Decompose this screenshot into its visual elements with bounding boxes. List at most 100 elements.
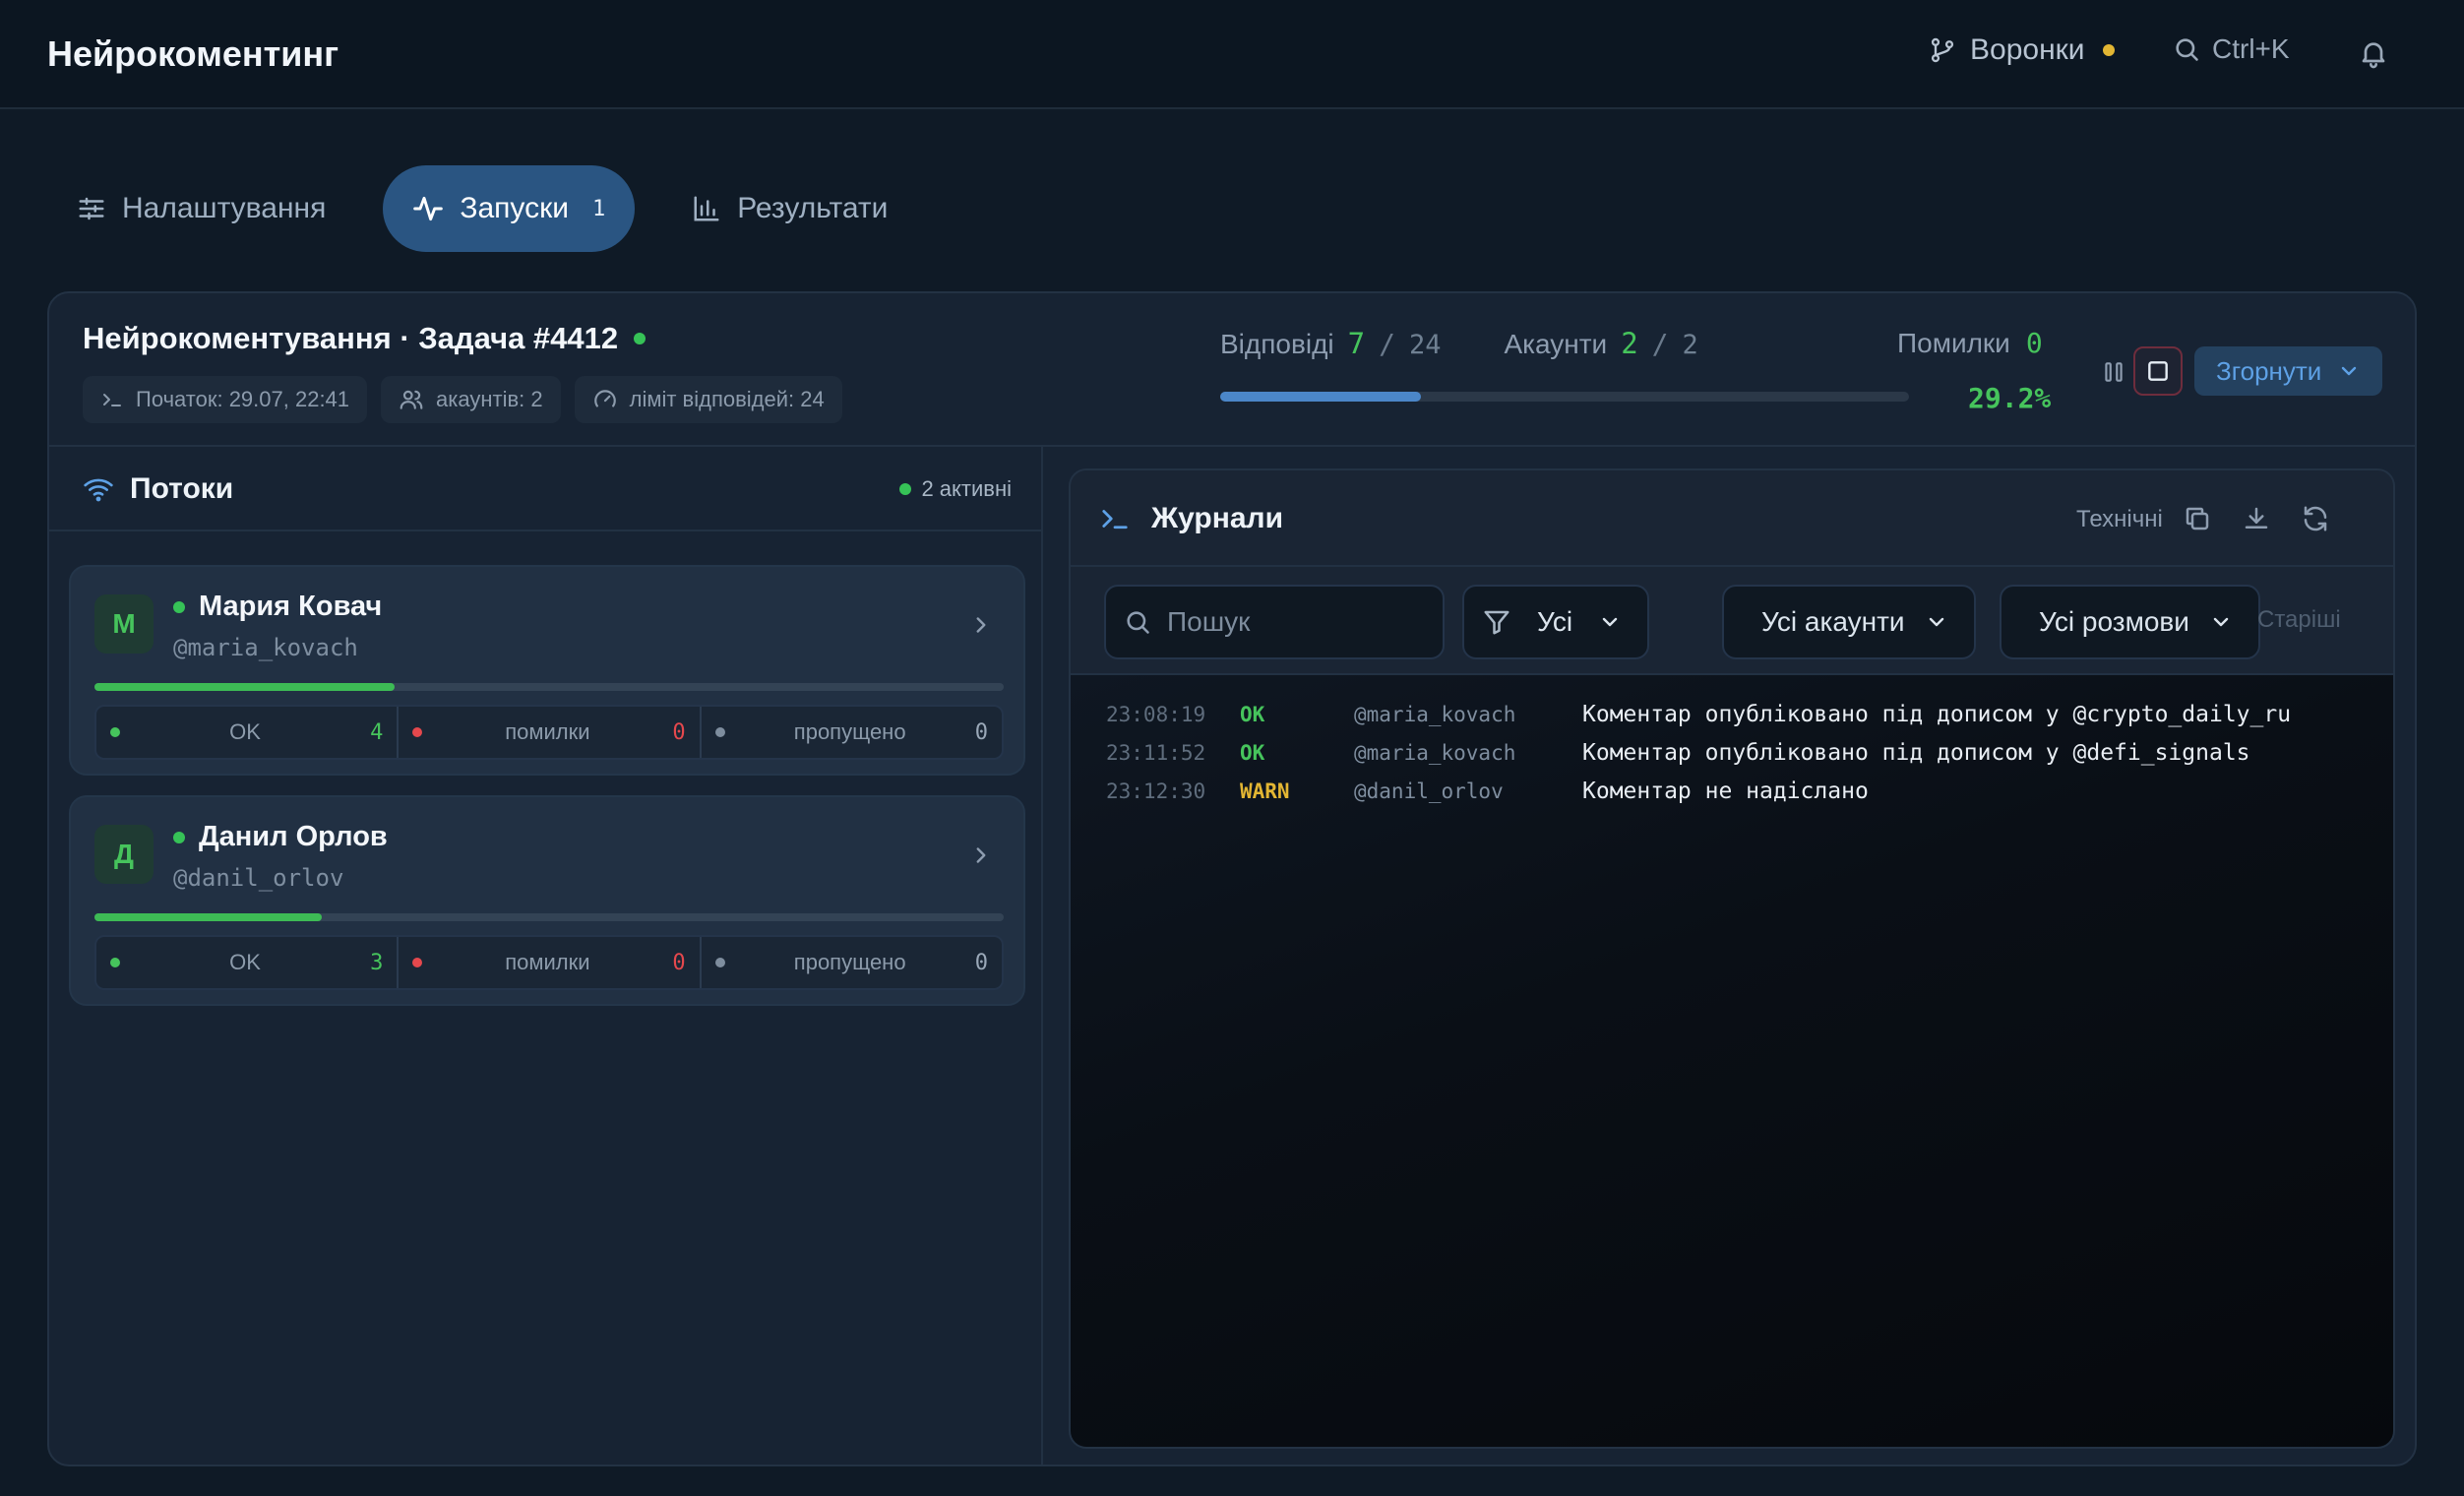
chevron-down-icon <box>1598 610 1622 634</box>
tab-results-label: Результати <box>737 192 889 224</box>
funnels-status-dot <box>2102 44 2115 56</box>
reply-limit-chip: ліміт відповідей: 24 <box>574 376 842 423</box>
accounts-total: 2 <box>1682 330 1698 360</box>
bar-chart-icon <box>692 194 721 223</box>
level-filter-dropdown[interactable]: Усі <box>1462 585 1650 659</box>
stream-card[interactable]: Д Данил Орлов @danil_orlov OK 3 помилки … <box>69 795 1025 1006</box>
wifi-icon <box>83 473 114 505</box>
skipped-value: 0 <box>974 719 988 745</box>
notifications-button[interactable] <box>2358 37 2389 69</box>
tab-settings[interactable]: Налаштування <box>47 165 355 252</box>
skipped-label: пропущено <box>793 950 906 974</box>
tab-runs-label: Запуски <box>460 192 569 224</box>
sliders-icon <box>77 194 106 223</box>
accounts-sep: / <box>1651 328 1669 360</box>
chevron-right-icon[interactable] <box>968 612 994 638</box>
technical-toggle[interactable]: Технічні <box>2076 506 2163 533</box>
log-entry: 23:11:52 OK @maria_kovach Коментар опубл… <box>1071 733 2393 772</box>
start-time-chip: Початок: 29.07, 22:41 <box>83 376 368 423</box>
run-progress-bar <box>1220 392 1909 402</box>
refresh-icon[interactable] <box>2301 504 2330 533</box>
search-shortcut: Ctrl+K <box>2212 33 2290 64</box>
accounts-stat: Акаунти 2 / 2 <box>1504 327 1697 360</box>
older-button[interactable]: Старіші <box>2257 606 2341 634</box>
stream-stats: OK 4 помилки 0 пропущено 0 <box>94 705 1004 760</box>
chevron-right-icon[interactable] <box>968 842 994 868</box>
streams-title: Потоки <box>83 472 233 506</box>
streams-active-count: 2 активні <box>899 476 1012 502</box>
errors-value: 0 <box>2025 327 2043 359</box>
logs-panel: Журнали Технічні Пошук Усі Усі акаунти У… <box>1069 468 2395 1449</box>
terminal-icon <box>1100 504 1130 533</box>
chevron-down-icon <box>1925 610 1948 634</box>
skipped-stat: пропущено 0 <box>699 937 1002 988</box>
collapse-button[interactable]: Згорнути <box>2194 346 2383 396</box>
accounts-count-chip: акаунтів: 2 <box>381 376 561 423</box>
activity-icon <box>412 193 444 224</box>
logs-filters: Усі Усі акаунти Усі розмови Старіші <box>1071 567 2393 675</box>
main-tabs: Налаштування Запуски 1 Результати <box>47 165 917 252</box>
conversations-filter-dropdown[interactable]: Усі розмови <box>2000 585 2260 659</box>
replies-sep: / <box>1379 328 1395 360</box>
terminal-icon <box>100 388 124 411</box>
logs-console: 23:08:19 OK @maria_kovach Коментар опубл… <box>1071 675 2393 1447</box>
copy-icon[interactable] <box>2183 504 2212 533</box>
chevron-down-icon <box>2337 359 2361 383</box>
accounts-label: Акаунти <box>1504 329 1608 359</box>
search-icon <box>1124 608 1151 636</box>
accounts-filter-value: Усі акаунти <box>1761 606 1905 637</box>
download-icon[interactable] <box>2242 504 2271 533</box>
run-stats: Відповіді 7 / 24 Акаунти 2 / 2 <box>1220 327 1761 360</box>
stream-handle: @danil_orlov <box>173 864 344 892</box>
funnels-button[interactable]: Воронки <box>1929 33 2115 67</box>
log-message: Коментар опубліковано під дописом у @def… <box>1582 739 2250 766</box>
stream-name-text: Мария Ковач <box>199 591 383 622</box>
errors-label: помилки <box>505 719 590 744</box>
skipped-value: 0 <box>974 950 988 975</box>
ok-value: 4 <box>370 719 384 745</box>
online-dot <box>173 831 185 843</box>
errors-value: 0 <box>672 719 686 745</box>
replies-total: 24 <box>1408 330 1442 360</box>
task-status-dot <box>634 333 647 344</box>
run-header: Нейрокоментування · Задача #4412 Початок… <box>49 293 2415 447</box>
skipped-dot <box>714 727 725 737</box>
accounts-filter-dropdown[interactable]: Усі акаунти <box>1722 585 1976 659</box>
log-handle: @danil_orlov <box>1354 779 1504 803</box>
logs-search-input[interactable] <box>1167 606 1423 638</box>
errors-value: 0 <box>672 950 686 975</box>
log-time: 23:12:30 <box>1106 779 1206 803</box>
app-title: Нейрокоментинг <box>47 33 339 74</box>
online-dot <box>173 600 185 613</box>
logs-search[interactable] <box>1104 585 1445 659</box>
filter-icon <box>1482 607 1511 637</box>
conversations-filter-value: Усі розмови <box>2039 606 2189 637</box>
stop-button[interactable] <box>2133 346 2183 396</box>
search-icon <box>2173 35 2200 63</box>
stream-card[interactable]: М Мария Ковач @maria_kovach OK 4 помилки… <box>69 565 1025 776</box>
chevron-down-icon <box>2209 610 2233 634</box>
skipped-label: пропущено <box>793 719 906 744</box>
stream-progress-bar <box>94 683 1004 691</box>
stream-name: Мария Ковач <box>173 591 382 623</box>
stream-name-text: Данил Орлов <box>199 821 388 852</box>
tab-runs[interactable]: Запуски 1 <box>383 165 636 252</box>
gauge-icon <box>592 387 618 412</box>
replies-stat: Відповіді 7 / 24 <box>1220 327 1441 360</box>
ok-dot <box>110 727 120 737</box>
active-dot <box>899 483 912 495</box>
ok-value: 3 <box>370 950 384 975</box>
stream-stats: OK 3 помилки 0 пропущено 0 <box>94 935 1004 990</box>
pause-button[interactable] <box>2094 352 2133 392</box>
log-time: 23:11:52 <box>1106 740 1206 765</box>
log-handle: @maria_kovach <box>1354 740 1516 765</box>
tab-results[interactable]: Результати <box>662 165 917 252</box>
command-search-button[interactable]: Ctrl+K <box>2173 33 2290 65</box>
errors-stat: помилки 0 <box>397 707 699 758</box>
collapse-label: Згорнути <box>2216 355 2322 386</box>
stream-progress-fill <box>94 683 395 691</box>
errors-label: Помилки <box>1897 328 2010 358</box>
pause-icon <box>2101 359 2126 385</box>
stream-handle: @maria_kovach <box>173 634 358 661</box>
log-time: 23:08:19 <box>1106 702 1206 726</box>
